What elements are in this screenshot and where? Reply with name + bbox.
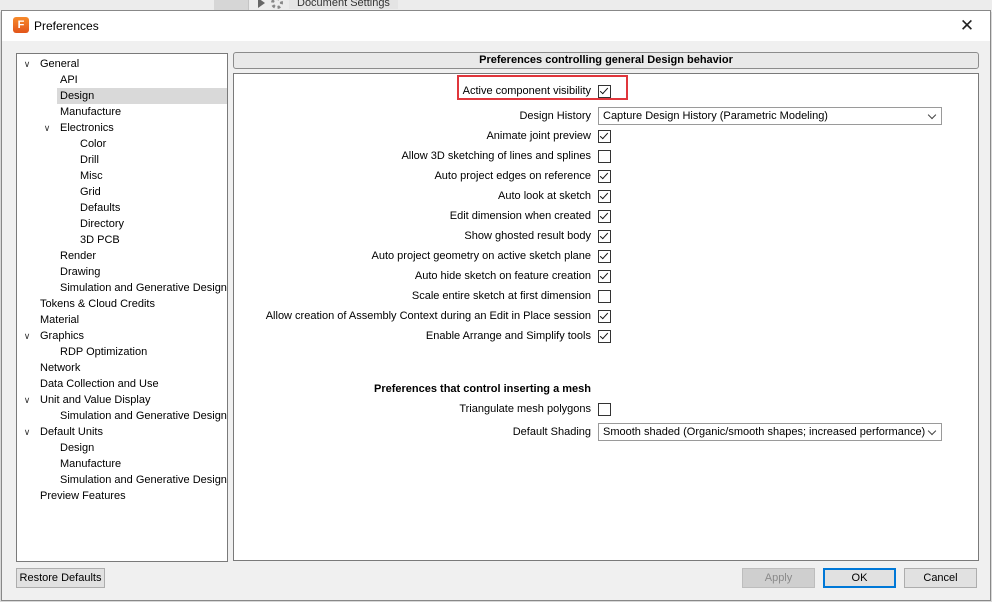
tree-item[interactable]: Design bbox=[57, 88, 227, 104]
option-checkbox[interactable] bbox=[598, 290, 611, 303]
option-checkbox[interactable] bbox=[598, 250, 611, 263]
triangulate-checkbox[interactable] bbox=[598, 403, 611, 416]
gear-icon bbox=[271, 0, 283, 9]
ok-button[interactable]: OK bbox=[823, 568, 896, 588]
apply-button[interactable]: Apply bbox=[742, 568, 815, 588]
tree-item[interactable]: Material bbox=[37, 312, 82, 328]
tree-item[interactable]: Color bbox=[77, 136, 109, 152]
design-history-value: Capture Design History (Parametric Model… bbox=[603, 110, 828, 122]
option-checkbox[interactable] bbox=[598, 85, 611, 98]
tree-item[interactable]: Directory bbox=[77, 216, 127, 232]
default-shading-label: Default Shading bbox=[512, 426, 591, 438]
tree-item[interactable]: Manufacture bbox=[57, 456, 124, 472]
tree-item[interactable]: Electronics bbox=[57, 120, 117, 136]
fusion-app-icon: F bbox=[13, 17, 29, 33]
background-tab bbox=[214, 0, 249, 10]
tree-item[interactable]: Unit and Value Display bbox=[37, 392, 153, 408]
option-label: Active component visibility bbox=[462, 85, 591, 97]
option-checkbox[interactable] bbox=[598, 150, 611, 163]
tree-item[interactable]: Drawing bbox=[57, 264, 103, 280]
design-history-label: Design History bbox=[519, 110, 591, 122]
chevron-down-icon[interactable]: ∨ bbox=[20, 424, 34, 440]
option-checkbox[interactable] bbox=[598, 170, 611, 183]
document-settings-label: Document Settings bbox=[289, 0, 398, 9]
restore-defaults-button[interactable]: Restore Defaults bbox=[16, 568, 105, 588]
option-label: Allow creation of Assembly Context durin… bbox=[265, 310, 591, 322]
option-label: Edit dimension when created bbox=[449, 210, 591, 222]
chevron-down-icon[interactable]: ∨ bbox=[20, 392, 34, 408]
tree-item[interactable]: Defaults bbox=[77, 200, 123, 216]
option-label: Auto project edges on reference bbox=[434, 170, 591, 182]
tree-item[interactable]: RDP Optimization bbox=[57, 344, 150, 360]
tree-item[interactable]: Graphics bbox=[37, 328, 87, 344]
option-label: Show ghosted result body bbox=[464, 230, 591, 242]
tree-item[interactable]: Simulation and Generative Design bbox=[57, 280, 230, 296]
chevron-down-icon[interactable]: ∨ bbox=[40, 120, 54, 136]
background-document-settings: Document Settings bbox=[258, 0, 398, 10]
tree-item[interactable]: Default Units bbox=[37, 424, 106, 440]
tree-item[interactable]: Grid bbox=[77, 184, 104, 200]
tree-item[interactable]: Misc bbox=[77, 168, 106, 184]
chevron-down-icon[interactable]: ∨ bbox=[20, 328, 34, 344]
play-icon bbox=[258, 0, 265, 8]
triangulate-label: Triangulate mesh polygons bbox=[459, 403, 591, 415]
tree-item[interactable]: Data Collection and Use bbox=[37, 376, 162, 392]
tree-item[interactable]: Drill bbox=[77, 152, 102, 168]
option-checkbox[interactable] bbox=[598, 310, 611, 323]
tree-item[interactable]: Render bbox=[57, 248, 99, 264]
chevron-down-icon bbox=[927, 110, 937, 120]
tree-item[interactable]: Network bbox=[37, 360, 83, 376]
tree-item[interactable]: API bbox=[57, 72, 81, 88]
option-label: Auto hide sketch on feature creation bbox=[414, 270, 591, 282]
cancel-button[interactable]: Cancel bbox=[904, 568, 977, 588]
tree-item[interactable]: Simulation and Generative Design bbox=[57, 408, 230, 424]
option-label: Auto look at sketch bbox=[498, 190, 591, 202]
option-label: Animate joint preview bbox=[486, 130, 591, 142]
option-label: Enable Arrange and Simplify tools bbox=[425, 330, 591, 342]
tree-item[interactable]: Design bbox=[57, 440, 97, 456]
tree-item[interactable]: Manufacture bbox=[57, 104, 124, 120]
mesh-section-title: Preferences that control inserting a mes… bbox=[373, 383, 591, 395]
design-preferences-panel: Design History Capture Design History (P… bbox=[233, 73, 979, 561]
preferences-dialog: F Preferences ✕ ∨ General API Design Manufac… bbox=[1, 10, 991, 601]
tree-item[interactable]: Preview Features bbox=[37, 488, 129, 504]
chevron-down-icon bbox=[927, 426, 937, 436]
option-label: Scale entire sketch at first dimension bbox=[411, 290, 591, 302]
tree-item[interactable]: Simulation and Generative Design bbox=[57, 472, 230, 488]
option-checkbox[interactable] bbox=[598, 330, 611, 343]
default-shading-dropdown[interactable]: Smooth shaded (Organic/smooth shapes; in… bbox=[598, 423, 942, 441]
tree-item[interactable]: Tokens & Cloud Credits bbox=[37, 296, 158, 312]
title-bar: F Preferences ✕ bbox=[2, 11, 990, 41]
tree-item[interactable]: General bbox=[37, 56, 82, 72]
panel-header: Preferences controlling general Design b… bbox=[233, 52, 979, 69]
option-checkbox[interactable] bbox=[598, 230, 611, 243]
chevron-down-icon[interactable]: ∨ bbox=[20, 56, 34, 72]
option-label: Allow 3D sketching of lines and splines bbox=[401, 150, 591, 162]
option-checkbox[interactable] bbox=[598, 190, 611, 203]
option-checkbox[interactable] bbox=[598, 130, 611, 143]
default-shading-value: Smooth shaded (Organic/smooth shapes; in… bbox=[603, 426, 926, 438]
option-checkbox[interactable] bbox=[598, 210, 611, 223]
dialog-title: Preferences bbox=[34, 19, 99, 33]
preferences-tree[interactable]: ∨ General API Design Manufacture ∨ Electronics… bbox=[16, 53, 228, 562]
option-checkbox[interactable] bbox=[598, 270, 611, 283]
close-button[interactable]: ✕ bbox=[944, 11, 990, 41]
design-history-dropdown[interactable]: Capture Design History (Parametric Model… bbox=[598, 107, 942, 125]
tree-item[interactable]: 3D PCB bbox=[77, 232, 123, 248]
option-label: Auto project geometry on active sketch p… bbox=[371, 250, 591, 262]
